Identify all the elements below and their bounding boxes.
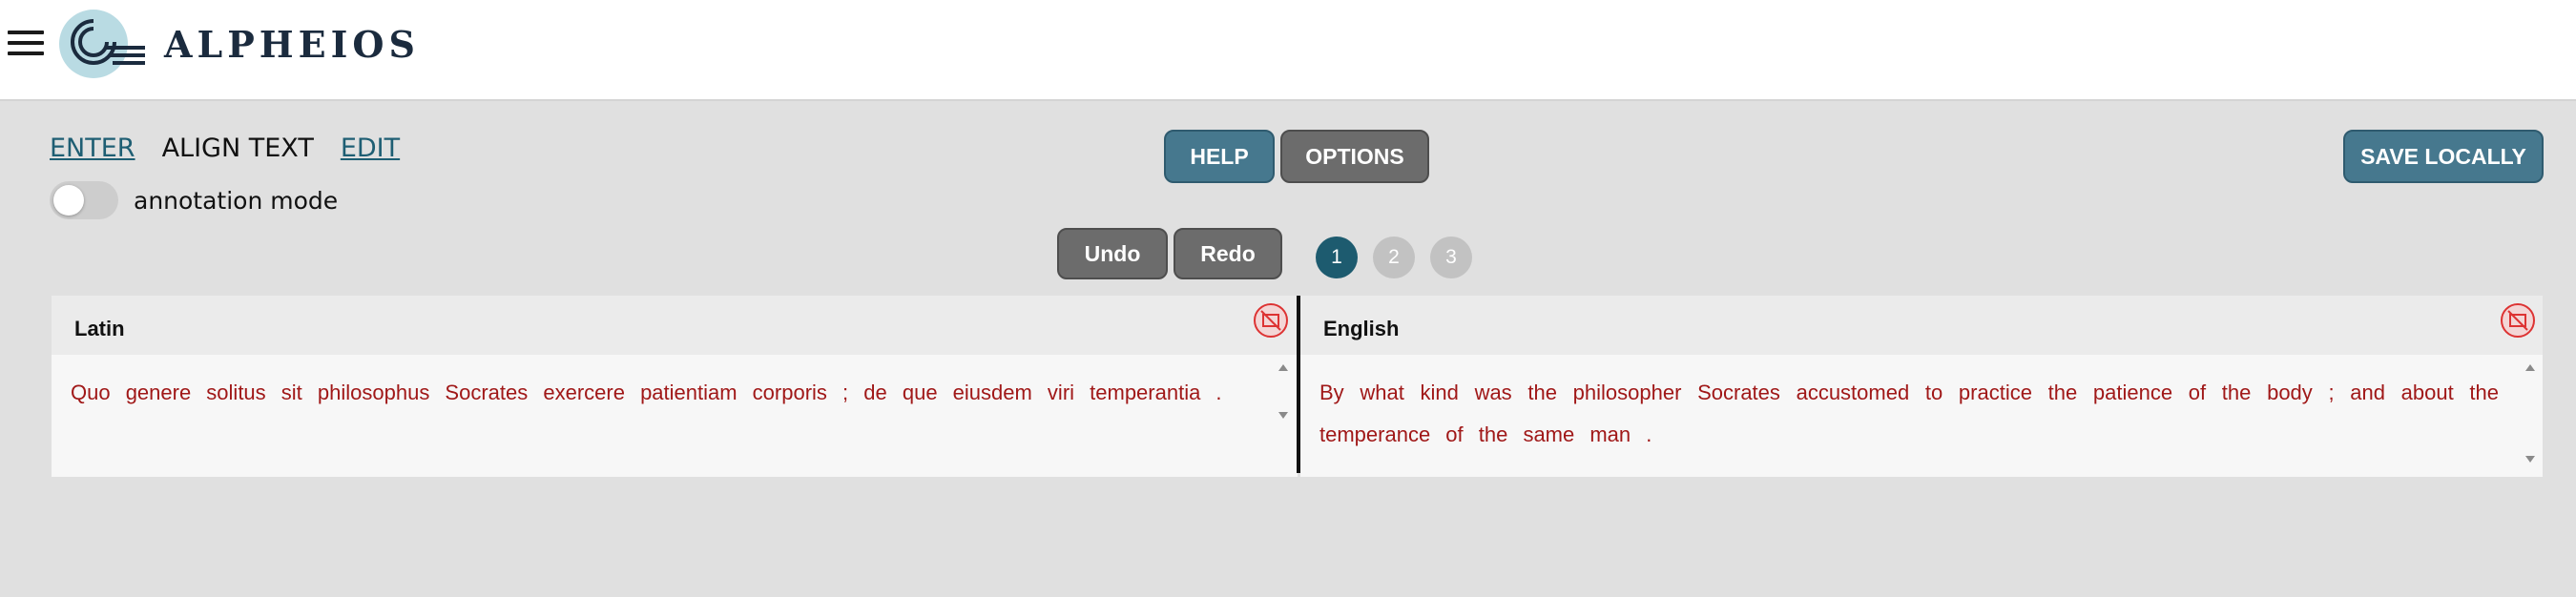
nav-align-current: ALIGN TEXT	[161, 134, 314, 163]
step-3[interactable]: 3	[1430, 237, 1472, 278]
scroll-up-arrow[interactable]	[1278, 364, 1288, 371]
scroll-up-arrow[interactable]	[2525, 364, 2535, 371]
scroll-down-arrow[interactable]	[2525, 456, 2535, 463]
logo-text: ALPHEIOS	[164, 22, 420, 66]
origin-panel-header: Latin	[52, 296, 1298, 355]
annotation-mode-control: annotation mode	[50, 181, 338, 219]
annotation-mode-label: annotation mode	[134, 186, 339, 215]
undo-button[interactable]: Undo	[1057, 228, 1168, 279]
target-text-tokens[interactable]: By what kind was the philosopher Socrate…	[1319, 372, 2499, 456]
no-edit-icon[interactable]	[2501, 303, 2535, 338]
target-text-panel: English By what kind was the philosopher…	[1300, 296, 2543, 477]
top-bar: ALPHEIOS	[0, 0, 2576, 101]
step-2[interactable]: 2	[1373, 237, 1415, 278]
target-panel-header: English	[1300, 296, 2543, 355]
main-nav: ENTER ALIGN TEXT EDIT	[50, 134, 400, 163]
target-language-label: English	[1323, 317, 1400, 340]
nav-enter-link[interactable]: ENTER	[50, 134, 135, 163]
redo-button[interactable]: Redo	[1174, 228, 1282, 279]
origin-language-label: Latin	[74, 317, 125, 340]
step-1[interactable]: 1	[1316, 237, 1358, 278]
toggle-knob	[53, 185, 84, 216]
origin-text-tokens[interactable]: Quo genere solitus sit philosophus Socra…	[71, 372, 1222, 414]
options-button[interactable]: OPTIONS	[1280, 130, 1429, 183]
menu-icon[interactable]	[8, 31, 44, 59]
alpheios-logo-icon	[59, 10, 145, 78]
logo: ALPHEIOS	[55, 6, 420, 82]
origin-text-panel: Latin Quo genere solitus sit philosophus…	[52, 296, 1298, 477]
no-edit-icon[interactable]	[1254, 303, 1288, 338]
save-locally-button[interactable]: SAVE LOCALLY	[2343, 130, 2544, 183]
annotation-mode-toggle[interactable]	[50, 181, 118, 219]
help-button[interactable]: HELP	[1164, 130, 1275, 183]
scroll-down-arrow[interactable]	[1278, 412, 1288, 419]
nav-edit-link[interactable]: EDIT	[341, 134, 400, 163]
